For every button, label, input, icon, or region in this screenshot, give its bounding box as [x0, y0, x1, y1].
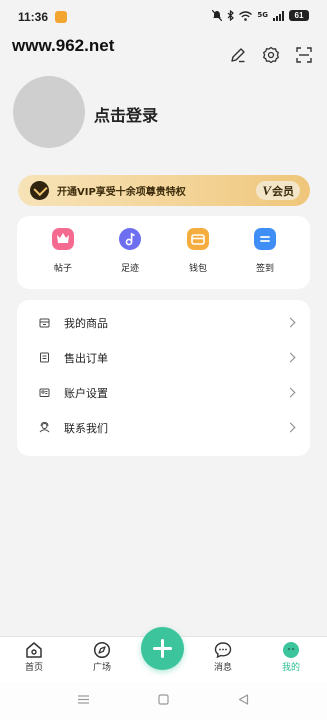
- home-square-icon[interactable]: [158, 694, 169, 705]
- quick-action-posts[interactable]: 帖子: [38, 228, 88, 274]
- nav-label: 广场: [92, 663, 111, 673]
- battery-indicator: 61: [289, 10, 309, 21]
- nav-item-mine[interactable]: 我的: [271, 641, 311, 673]
- menu-label: 售出订单: [64, 351, 108, 365]
- nav-item-messages[interactable]: 消息: [203, 641, 243, 673]
- status-icons: 5G 61: [212, 10, 309, 21]
- quick-action-label: 足迹: [120, 264, 139, 274]
- chevron-right-icon: [285, 387, 296, 398]
- quick-action-footprints[interactable]: 足迹: [105, 228, 155, 274]
- quick-action-label: 钱包: [188, 264, 207, 274]
- add-post-button[interactable]: [141, 627, 184, 670]
- status-bar: 11:36 5G 61: [0, 0, 327, 34]
- crown-icon: [52, 228, 74, 250]
- profile-face-icon: [283, 642, 299, 658]
- menu-lines-icon[interactable]: [77, 694, 90, 705]
- quick-actions-card: 帖子 足迹 钱包 签到: [17, 216, 310, 289]
- signal-icon: [273, 10, 284, 21]
- menu-item-my-goods[interactable]: 我的商品: [17, 305, 310, 340]
- watermark: www.962.net: [12, 36, 115, 55]
- contact-icon: [39, 422, 50, 433]
- wallet-icon: [187, 228, 209, 250]
- gear-icon[interactable]: [262, 46, 280, 64]
- mute-bell-icon: [212, 10, 223, 21]
- quick-action-label: 签到: [255, 264, 274, 274]
- vip-diamond-icon: [30, 181, 49, 200]
- account-icon: [39, 388, 50, 397]
- chevron-right-icon: [285, 422, 296, 433]
- menu-label: 我的商品: [64, 316, 108, 330]
- nav-item-home[interactable]: 首页: [14, 641, 54, 673]
- avatar[interactable]: [13, 76, 85, 148]
- scan-icon[interactable]: [295, 46, 313, 64]
- nav-label: 首页: [24, 663, 43, 673]
- home-icon: [26, 642, 42, 658]
- system-nav-bar: [0, 682, 327, 720]
- chat-icon: [214, 642, 232, 659]
- vip-badge-v: V: [262, 182, 271, 198]
- quick-action-label: 帖子: [53, 264, 72, 274]
- status-time: 11:36: [18, 10, 49, 24]
- calendar-icon: [254, 228, 276, 250]
- wifi-icon: [239, 10, 253, 21]
- music-note-icon: [119, 228, 141, 250]
- vip-badge-label: 会员: [272, 184, 294, 198]
- vip-banner-text: 开通VIP享受十余项尊贵特权: [57, 187, 186, 198]
- bluetooth-icon: [227, 10, 235, 21]
- menu-item-contact-us[interactable]: 联系我们: [17, 410, 310, 445]
- back-triangle-icon[interactable]: [238, 694, 249, 705]
- menu-label: 联系我们: [64, 421, 108, 435]
- quick-action-checkin[interactable]: 签到: [240, 228, 290, 274]
- menu-label: 账户设置: [64, 386, 108, 400]
- chevron-right-icon: [285, 352, 296, 363]
- login-link[interactable]: 点击登录: [94, 102, 158, 126]
- menu-item-account-settings[interactable]: 账户设置: [17, 375, 310, 410]
- order-icon: [40, 352, 49, 363]
- app-notification-icon: [55, 11, 67, 23]
- chevron-right-icon: [285, 317, 296, 328]
- quick-action-wallet[interactable]: 钱包: [173, 228, 223, 274]
- vip-member-badge: V 会员: [256, 181, 300, 200]
- nav-item-square[interactable]: 广场: [82, 641, 122, 673]
- network-type: 5G: [257, 11, 268, 19]
- header-actions: [229, 46, 313, 64]
- menu-card: 我的商品 售出订单 账户设置 联系我们: [17, 300, 310, 456]
- edit-icon[interactable]: [229, 46, 247, 64]
- vip-banner[interactable]: 开通VIP享受十余项尊贵特权 V 会员: [18, 175, 310, 206]
- nav-label: 消息: [213, 663, 232, 673]
- nav-label: 我的: [281, 663, 300, 673]
- compass-icon: [93, 641, 111, 659]
- goods-icon: [39, 318, 50, 328]
- menu-item-sold-orders[interactable]: 售出订单: [17, 340, 310, 375]
